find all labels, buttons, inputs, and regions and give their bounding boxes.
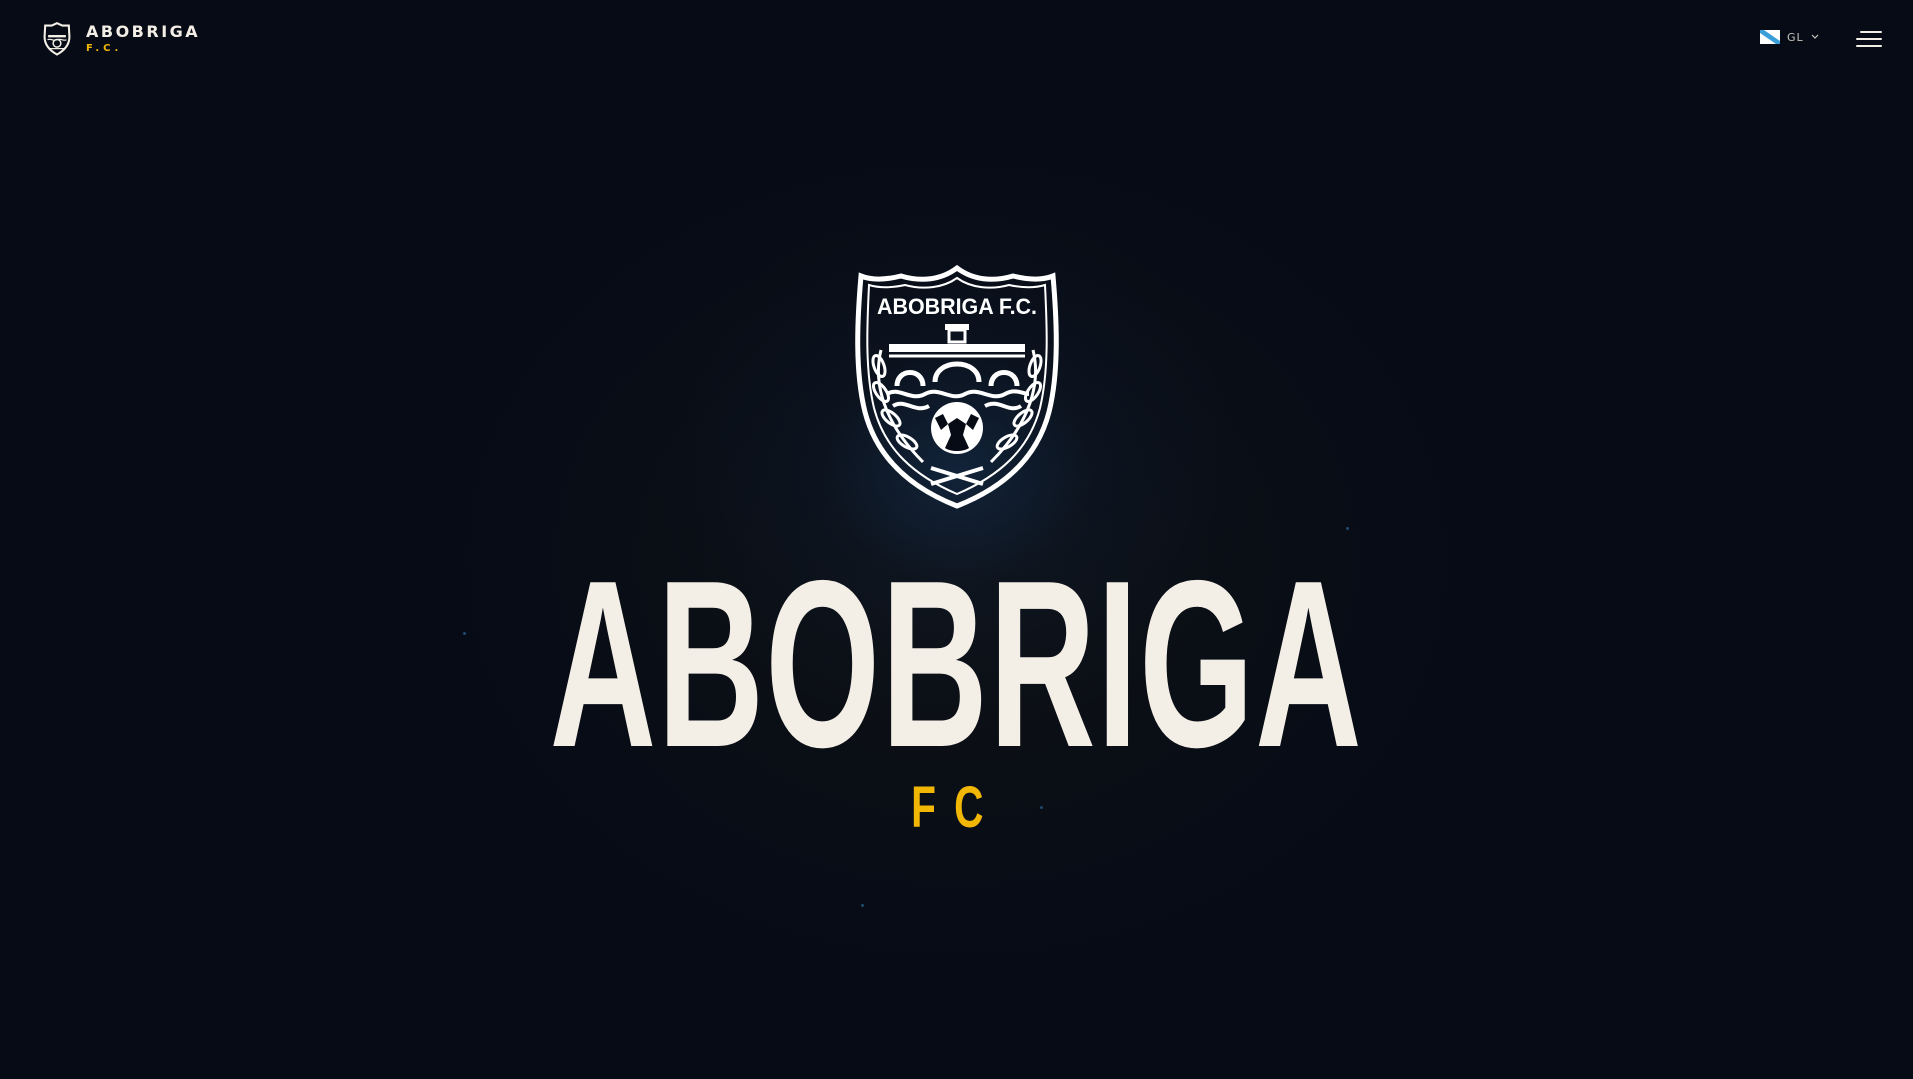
chevron-down-icon [1811, 34, 1819, 39]
hero-title: ABOBRIGA [549, 532, 1363, 797]
hamburger-menu-button[interactable] [1854, 28, 1882, 50]
crest-text: ABOBRIGA F.C. [877, 294, 1037, 319]
club-crest-icon [43, 22, 71, 56]
menu-line [1856, 45, 1882, 47]
galicia-flag-icon [1760, 30, 1780, 44]
menu-line [1856, 38, 1882, 40]
hero-subtitle: FC [911, 775, 1002, 840]
brand-name: ABOBRIGA [86, 22, 201, 41]
brand-logo-link[interactable]: ABOBRIGA F.C. [42, 22, 200, 56]
club-crest-emblem: ABOBRIGA F.C. [855, 264, 1059, 509]
language-selector[interactable]: GL [1760, 30, 1819, 44]
language-code: GL [1787, 30, 1804, 44]
brand-subtitle: F.C. [86, 43, 123, 54]
brand-text: ABOBRIGA F.C. [86, 24, 200, 54]
star-particle [1346, 527, 1349, 530]
star-particle [861, 904, 864, 907]
site-header: ABOBRIGA F.C. GL [0, 0, 1913, 80]
menu-line [1860, 31, 1882, 33]
